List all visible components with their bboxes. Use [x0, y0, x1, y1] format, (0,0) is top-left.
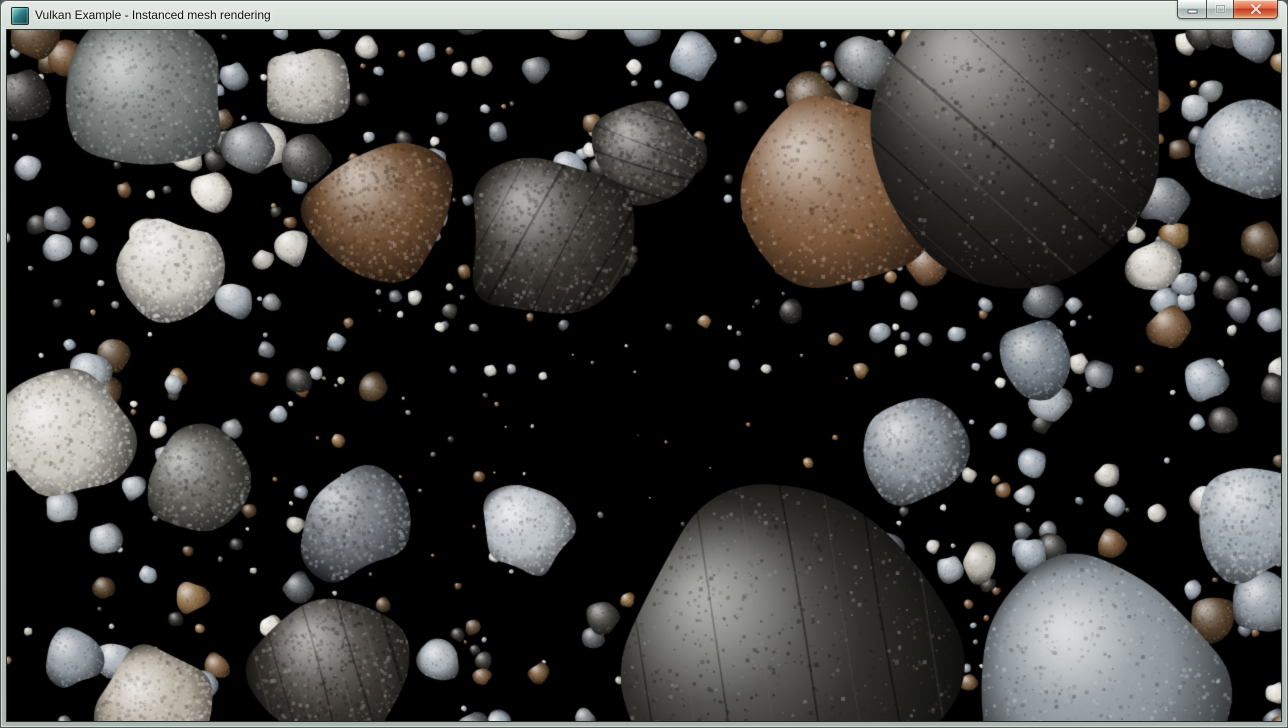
maximize-icon [1215, 4, 1226, 14]
app-window: Vulkan Example - Instanced mesh renderin… [0, 0, 1288, 728]
minimize-icon [1187, 5, 1198, 14]
window-title: Vulkan Example - Instanced mesh renderin… [35, 8, 271, 22]
client-area [7, 30, 1281, 721]
render-viewport[interactable] [7, 30, 1281, 721]
close-icon [1250, 4, 1262, 14]
close-button[interactable] [1233, 0, 1278, 19]
window-controls [1177, 0, 1278, 19]
app-icon [11, 7, 29, 25]
title-bar[interactable]: Vulkan Example - Instanced mesh renderin… [0, 0, 1288, 30]
minimize-button[interactable] [1177, 0, 1206, 19]
maximize-button[interactable] [1206, 0, 1233, 19]
